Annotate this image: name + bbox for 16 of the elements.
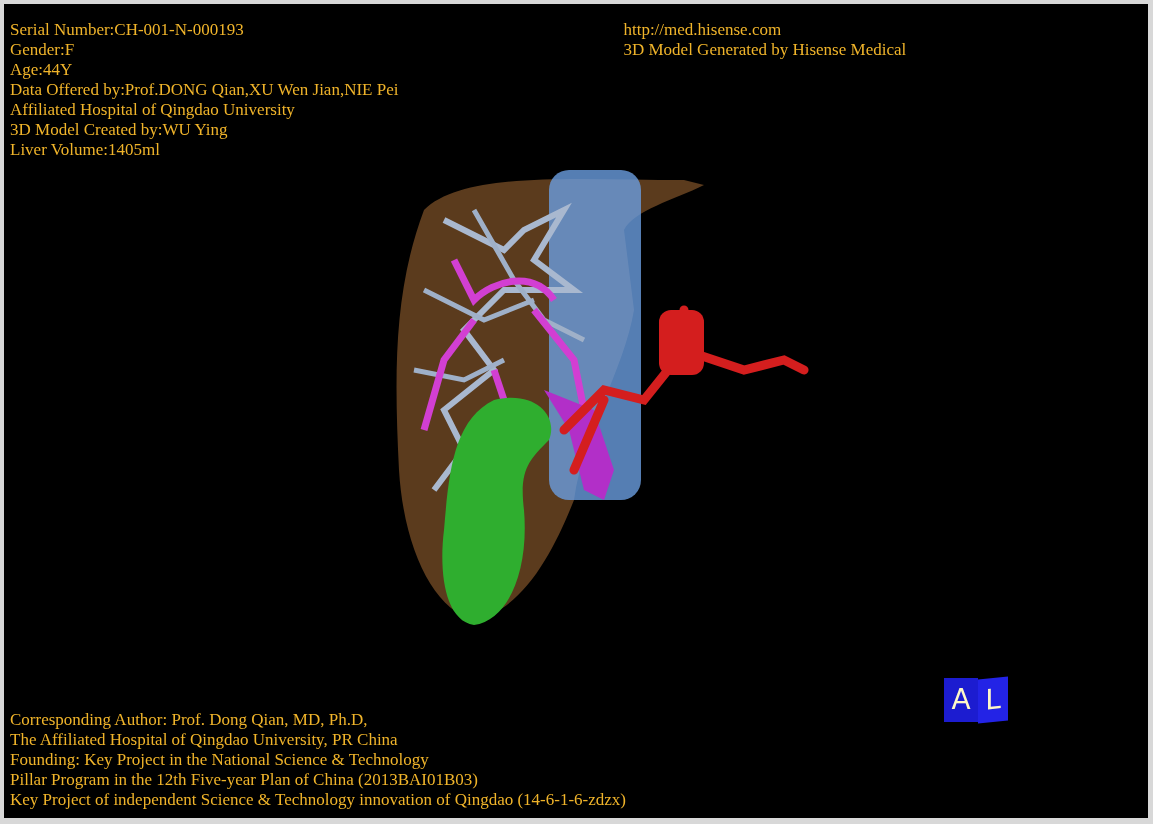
source-info-text: 3D Model Generated by Hisense Medical (623, 40, 907, 60)
case-info-text: Age:44Y (10, 60, 73, 80)
credits-text: Corresponding Author: Prof. Dong Qian, MD, Ph.D, (10, 710, 368, 730)
case-info-text: Serial Number:CH-001-N-000193 (10, 20, 244, 40)
orientation-cube-face[interactable]: L (978, 676, 1008, 724)
case-info-text: 3D Model Created by:WU Ying (10, 120, 228, 140)
case-info-text: Gender:F (10, 40, 75, 60)
case-info-text: Liver Volume:1405ml (10, 140, 160, 160)
case-info-text: Affiliated Hospital of Qingdao University (10, 100, 295, 120)
credits-text: Pillar Program in the 12th Five-year Plan of China (2013BAI01B03) (10, 770, 478, 790)
case-info-text: Data Offered by:Prof.DONG Qian,XU Wen Jian,NIE Pei (10, 80, 399, 100)
orientation-cube-face[interactable]: A (944, 678, 978, 722)
credits-text: The Affiliated Hospital of Qingdao University, PR China (10, 730, 398, 750)
credits-text: Founding: Key Project in the National Science & Technology (10, 750, 429, 770)
source-info-text: http://med.hisense.com (623, 20, 782, 40)
credits-text: Key Project of independent Science & Technology innovation of Qingdao (14-6-1-6-zdzx) (10, 790, 626, 810)
